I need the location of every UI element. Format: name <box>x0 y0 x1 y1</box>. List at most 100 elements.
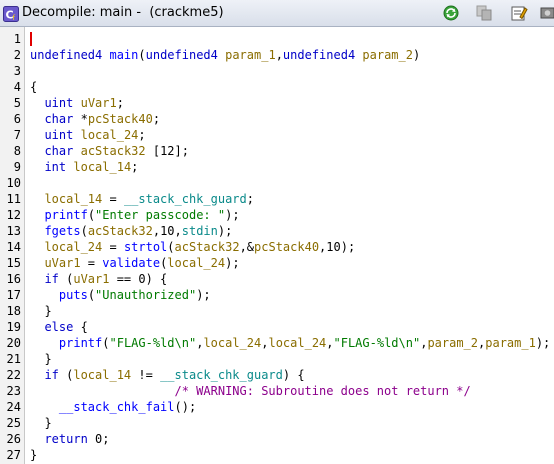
code-line[interactable]: char *pcStack40; <box>30 111 160 127</box>
code-line[interactable]: else { <box>30 319 87 335</box>
function-token: fgets <box>44 224 81 238</box>
function-token: main <box>109 48 139 62</box>
variable-token: uVar1 <box>80 96 117 110</box>
line-number: 3 <box>13 64 21 78</box>
code-line[interactable]: __stack_chk_fail(); <box>30 399 196 415</box>
punctuation-token: * <box>73 112 88 126</box>
punctuation-token <box>30 160 44 174</box>
variable-token: local_24 <box>203 336 262 350</box>
line-number: 10 <box>6 176 21 190</box>
punctuation-token: ( <box>87 208 96 222</box>
keyword-token: return <box>44 432 88 446</box>
variable-token: uVar1 <box>44 256 81 270</box>
punctuation-token: } <box>30 416 52 430</box>
copy-button[interactable] <box>475 4 493 22</box>
punctuation-token: == 0) { <box>109 272 168 286</box>
keyword-token: else <box>44 320 74 334</box>
punctuation-token <box>30 400 59 414</box>
edit-function-signature-button[interactable] <box>510 4 528 22</box>
refresh-button[interactable] <box>442 4 460 22</box>
punctuation-token: = <box>102 240 124 254</box>
punctuation-token: ) { <box>282 368 305 382</box>
punctuation-token: [12]; <box>145 144 189 158</box>
punctuation-token: ( <box>58 272 74 286</box>
code-line[interactable]: } <box>30 415 52 431</box>
punctuation-token: ( <box>58 368 74 382</box>
punctuation-token: = <box>102 192 124 206</box>
variable-token: acStack32 <box>80 144 146 158</box>
code-line[interactable]: return 0; <box>30 431 110 447</box>
code-line[interactable]: } <box>30 351 52 367</box>
code-line[interactable]: } <box>30 447 37 463</box>
punctuation-token <box>30 256 44 270</box>
punctuation-token: ); <box>196 288 211 302</box>
punctuation-token <box>30 144 44 158</box>
function-token: printf <box>44 208 88 222</box>
line-number: 5 <box>13 96 21 110</box>
line-number: 18 <box>6 304 21 318</box>
keyword-token: if <box>44 368 59 382</box>
punctuation-token <box>30 432 44 446</box>
code-line[interactable]: uVar1 = validate(local_24); <box>30 255 239 271</box>
punctuation-token: ,10); <box>319 240 356 254</box>
line-number: 17 <box>6 288 21 302</box>
variable-token: param_2 <box>362 48 413 62</box>
code-line[interactable]: } <box>30 303 51 319</box>
punctuation-token <box>30 288 59 302</box>
punctuation-token: } <box>30 352 52 366</box>
line-number: 20 <box>6 336 21 350</box>
code-line[interactable]: { <box>30 79 37 95</box>
punctuation-token <box>30 128 44 142</box>
code-line[interactable]: local_14 = __stack_chk_guard; <box>30 191 254 207</box>
string-literal: "Unauthorized" <box>95 288 197 302</box>
variable-token: param_2 <box>427 336 479 350</box>
variable-token: param_1 <box>485 336 536 350</box>
line-number: 22 <box>6 368 21 382</box>
line-number: 4 <box>13 80 21 94</box>
punctuation-token: ; <box>152 112 161 126</box>
variable-token: pcStack40 <box>87 112 153 126</box>
code-line[interactable]: printf("FLAG-%ld\n",local_24,local_24,"F… <box>30 335 550 351</box>
code-line[interactable]: printf("Enter passcode: "); <box>30 207 239 223</box>
window-titlebar: C f Decompile: main - (crackme5) <box>0 0 554 27</box>
punctuation-token: } <box>30 448 38 462</box>
line-number: 7 <box>13 128 21 142</box>
line-number: 14 <box>6 240 21 254</box>
code-line[interactable]: uint uVar1; <box>30 95 124 111</box>
code-line[interactable]: local_24 = strtol(acStack32,&pcStack40,1… <box>30 239 355 255</box>
code-line[interactable]: if (uVar1 == 0) { <box>30 271 167 287</box>
punctuation-token <box>30 208 44 222</box>
punctuation-token <box>30 368 44 382</box>
code-line[interactable]: int local_14; <box>30 159 138 175</box>
code-editor[interactable]: 1 2 3 4 5 6 7 8 9 10 11 12 13 14 15 16 17 18 19 20 21 22 23 24 2… <box>0 27 554 464</box>
code-line[interactable]: fgets(acStack32,10,stdin); <box>30 223 232 239</box>
string-literal: "FLAG-%ld\n" <box>333 336 421 350</box>
keyword-token: char <box>44 112 74 126</box>
global-token: __stack_chk_guard <box>123 192 247 206</box>
punctuation-token <box>73 128 80 142</box>
punctuation-token: ( <box>102 336 110 350</box>
punctuation-token: ( <box>87 288 96 302</box>
keyword-token: char <box>44 144 74 158</box>
variable-token: acStack32 <box>87 224 153 238</box>
code-line[interactable] <box>30 175 44 191</box>
code-line[interactable]: char acStack32 [12]; <box>30 143 189 159</box>
snapshot-button[interactable] <box>540 4 554 22</box>
variable-token: local_24 <box>80 128 139 142</box>
keyword-token: undefined4 <box>282 48 356 62</box>
punctuation-token: ; <box>246 192 254 206</box>
code-line[interactable]: puts("Unauthorized"); <box>30 287 211 303</box>
punctuation-token: 0; <box>87 432 110 446</box>
keyword-token: uint <box>44 128 74 142</box>
function-token: validate <box>102 256 161 270</box>
line-number: 23 <box>6 384 21 398</box>
code-line[interactable]: /* WARNING: Subroutine does not return *… <box>30 383 471 399</box>
punctuation-token: , <box>326 336 334 350</box>
variable-token: local_14 <box>73 160 132 174</box>
line-number: 13 <box>6 224 21 238</box>
line-number: 12 <box>6 208 21 222</box>
code-line[interactable]: if (local_14 != __stack_chk_guard) { <box>30 367 305 383</box>
code-line[interactable]: undefined4 main(undefined4 param_1,undef… <box>30 47 420 63</box>
code-line[interactable]: uint local_24; <box>30 127 145 143</box>
punctuation-token: ( <box>80 224 88 238</box>
